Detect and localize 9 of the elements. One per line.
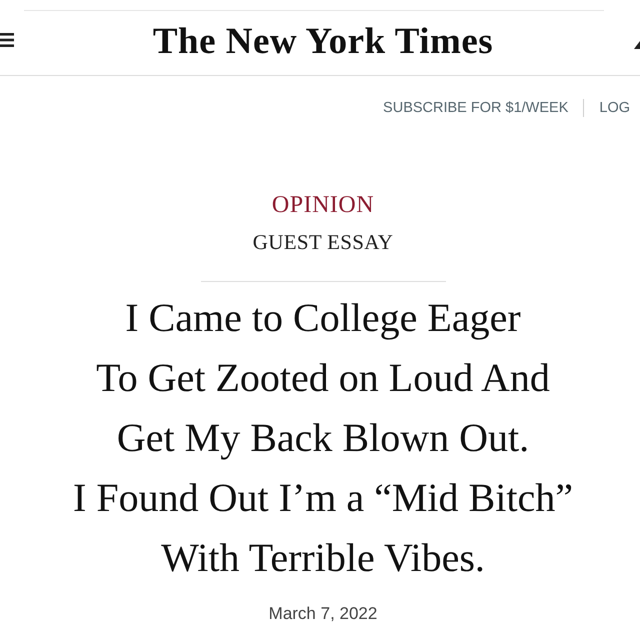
section-link[interactable]: OPINION: [272, 190, 374, 220]
publish-date: March 7, 2022: [268, 603, 378, 625]
login-link[interactable]: LOG: [599, 100, 630, 116]
cut-off-icon[interactable]: [634, 41, 640, 49]
menu-icon[interactable]: [0, 32, 14, 48]
subscribe-link[interactable]: SUBSCRIBE FOR $1/WEEK: [383, 100, 568, 116]
essay-type-label: GUEST ESSAY: [252, 229, 394, 256]
headline: I Came to College Eager To Get Zooted on Loud And Get My Back Blown Out. I Found Out I’m a “Mid Bitch” With Terrible Vibes.: [72, 294, 574, 582]
site-logo[interactable]: The New York Times: [152, 20, 494, 62]
